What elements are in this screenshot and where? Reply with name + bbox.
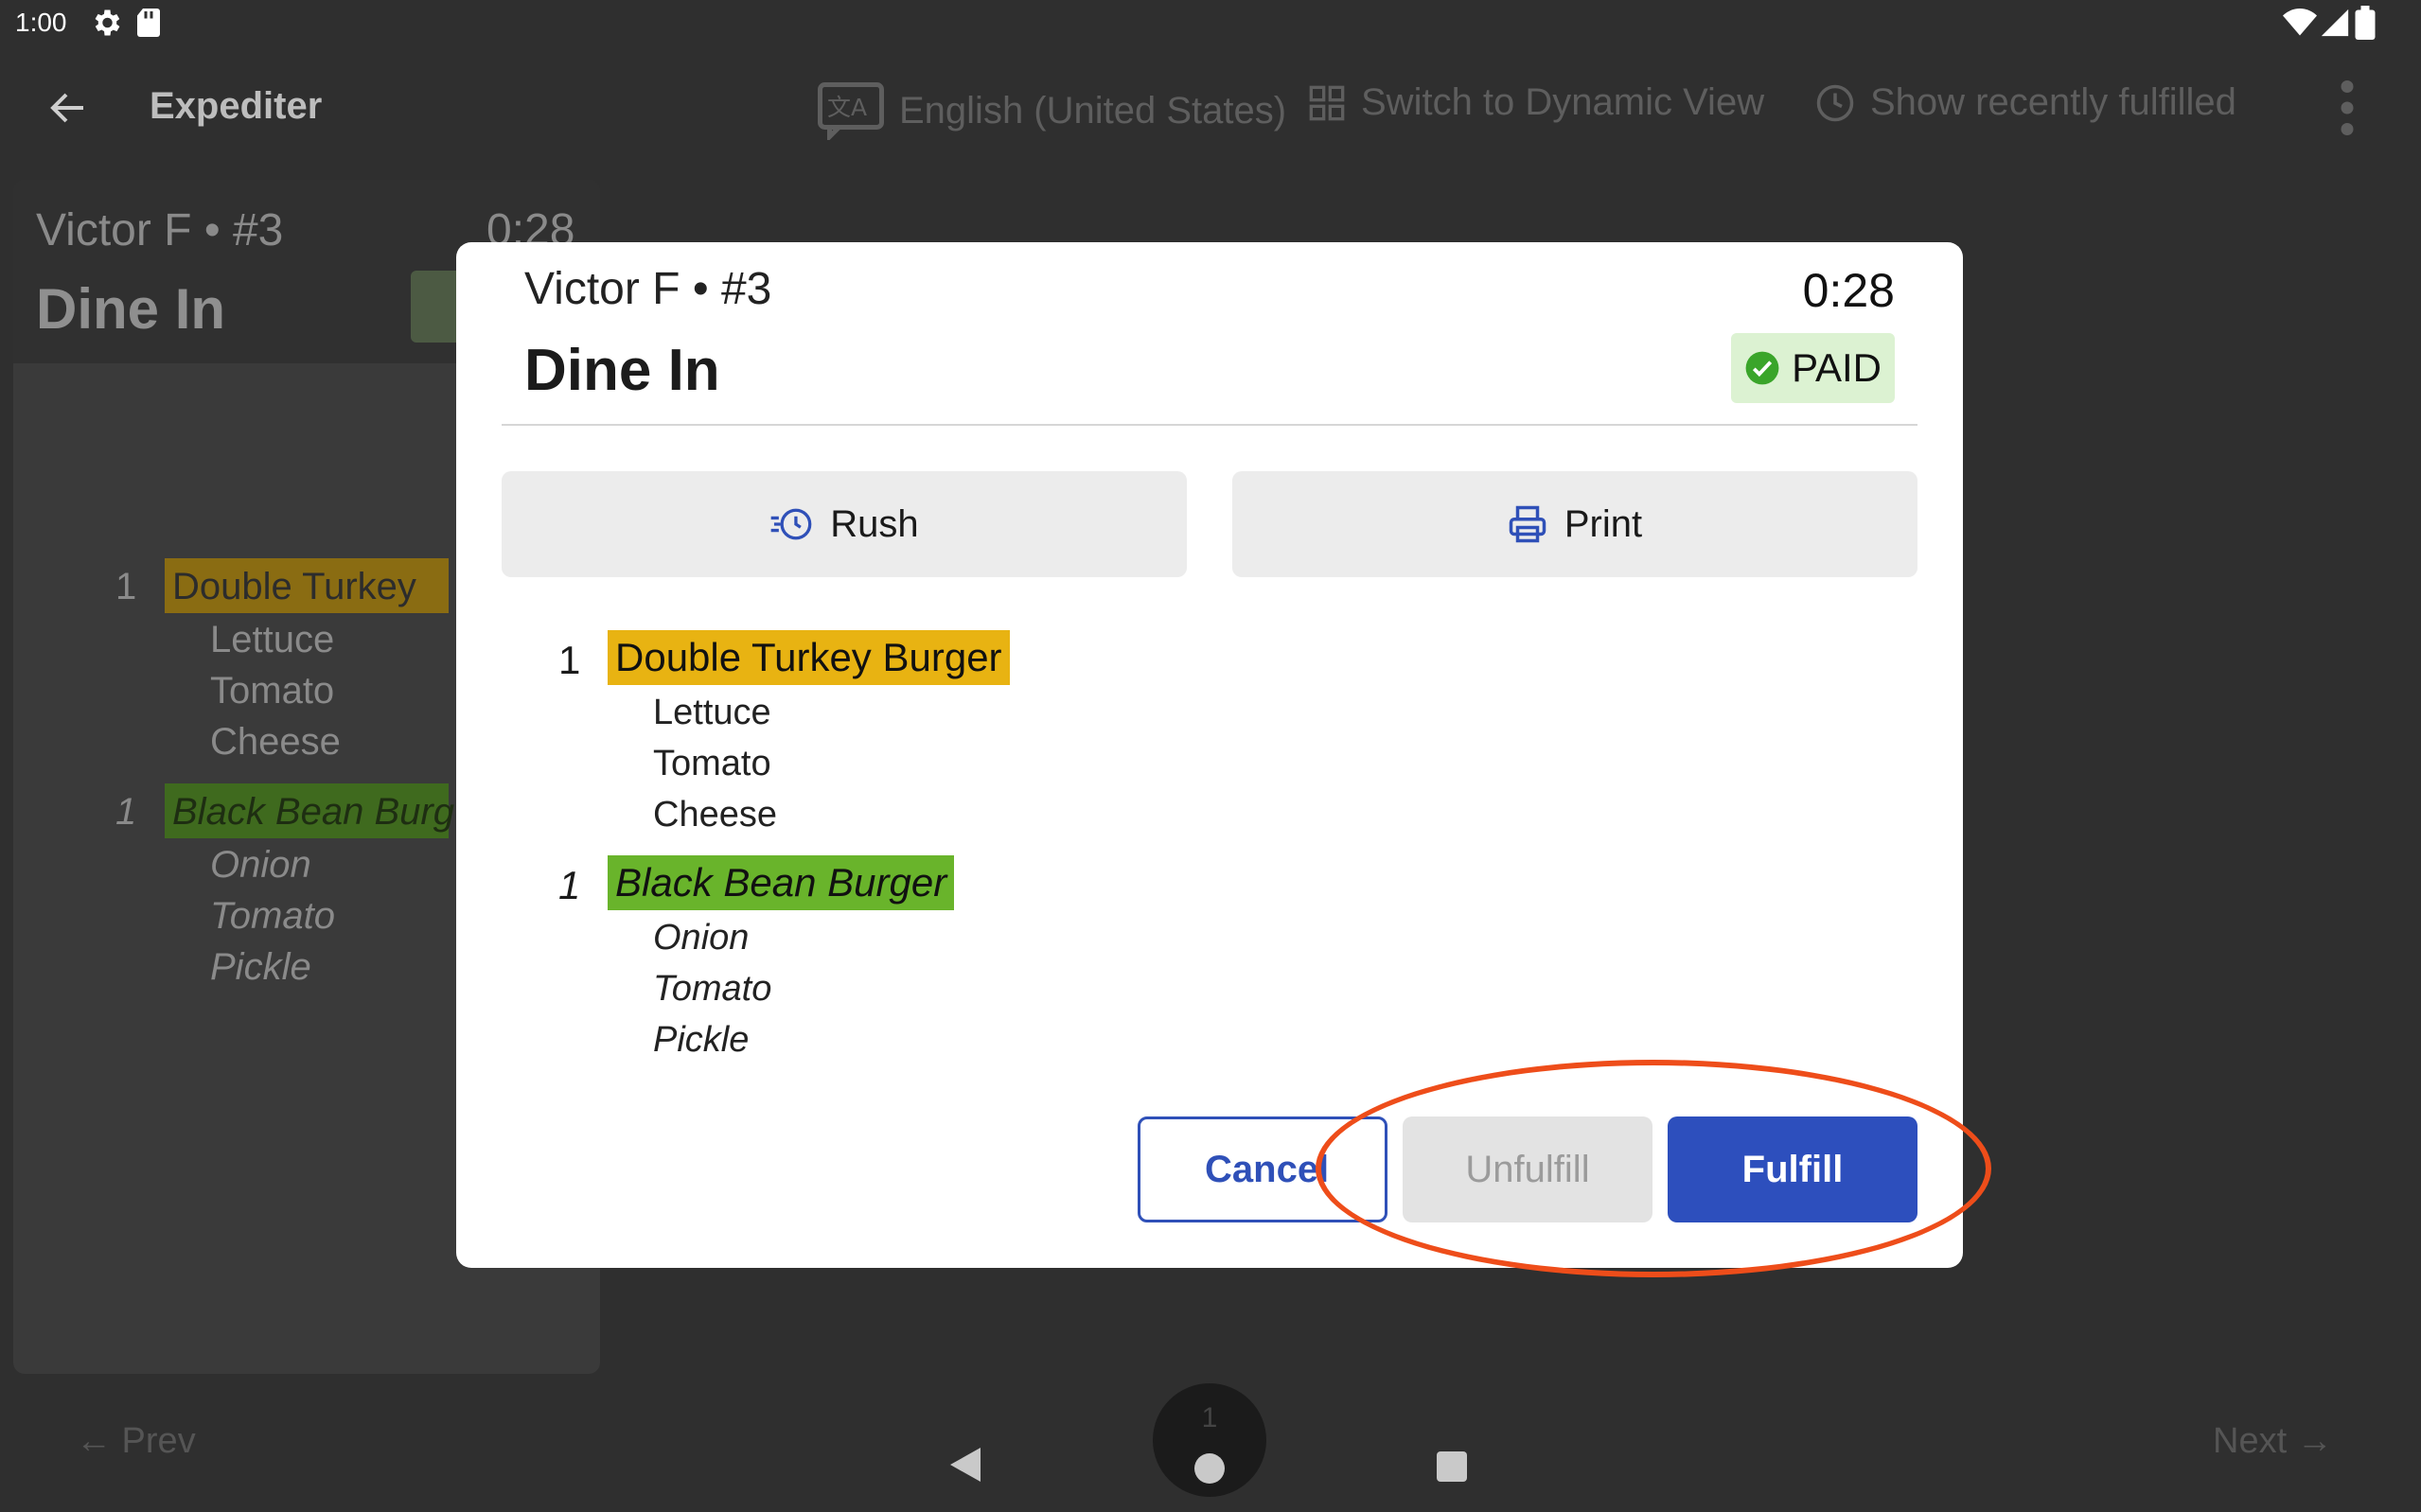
language-label: English (United States) (899, 89, 1287, 132)
prev-button[interactable]: ← Prev (76, 1421, 196, 1462)
recently-fulfilled-button[interactable]: Show recently fulfilled (1815, 81, 2236, 124)
status-time: 1:00 (15, 8, 67, 37)
check-circle-icon (1745, 351, 1779, 385)
paid-label: PAID (1792, 345, 1882, 390)
print-button[interactable]: Print (1232, 471, 1917, 577)
bg-item-qty: 1 (115, 566, 137, 607)
settings-icon (95, 9, 120, 36)
translate-icon: 文A (818, 82, 884, 140)
nav-home-icon[interactable] (1194, 1453, 1225, 1484)
grid-icon (1309, 85, 1345, 120)
recently-fulfilled-label: Show recently fulfilled (1870, 81, 2236, 123)
bg-item-qty: 1 (115, 791, 137, 833)
header-divider (502, 424, 1917, 426)
item-qty: 1 (558, 863, 581, 907)
bg-mod: Tomato (210, 670, 335, 712)
signal-icon (2321, 9, 2349, 37)
dialog-timer: 0:28 (1802, 264, 1895, 317)
status-bar: 1:00 (0, 0, 2421, 45)
item-name: Black Bean Burger (608, 855, 955, 910)
modifier: Cheese (653, 795, 777, 835)
switch-view-button[interactable]: Switch to Dynamic View (1308, 81, 1764, 124)
bg-customer: Victor F • #3 (36, 205, 284, 255)
more-vert-icon[interactable] (2336, 79, 2359, 136)
print-label: Print (1564, 502, 1643, 545)
modifier: Tomato (653, 969, 772, 1009)
app-bar: Expediter 文A English (United States) Swi… (0, 61, 2421, 155)
item-qty: 1 (558, 638, 581, 682)
modifier: Lettuce (653, 693, 771, 732)
item-name: Double Turkey Burger (608, 630, 1010, 685)
switch-view-label: Switch to Dynamic View (1361, 81, 1765, 123)
bg-mod: Onion (210, 844, 311, 886)
printer-icon (1509, 505, 1546, 543)
bg-item-name: Double Turkey (172, 566, 416, 607)
bg-order-type: Dine In (36, 277, 226, 341)
paid-badge: PAID (1731, 333, 1895, 403)
modifier: Pickle (653, 1020, 750, 1060)
modifier: Tomato (653, 744, 771, 783)
back-arrow-icon[interactable] (45, 85, 91, 131)
clock-icon (1816, 84, 1854, 121)
bg-item-name: Black Bean Burg (172, 791, 454, 833)
language-button[interactable]: 文A English (United States) (818, 81, 1286, 140)
nav-back-icon[interactable] (950, 1448, 981, 1482)
modifier: Onion (653, 918, 750, 958)
bg-mod: Lettuce (210, 619, 335, 660)
battery-icon (2355, 6, 2376, 40)
next-button[interactable]: Next → (2213, 1421, 2333, 1462)
rush-label: Rush (830, 502, 919, 545)
dialog-customer: Victor F • #3 (524, 264, 772, 314)
highlight-annotation (1316, 1060, 1991, 1277)
bg-mod: Pickle (210, 946, 311, 988)
svg-text:文A: 文A (827, 94, 867, 121)
nav-recents-icon[interactable] (1437, 1451, 1467, 1482)
rush-icon (770, 508, 812, 540)
sd-card-icon (137, 9, 160, 37)
bg-mod: Tomato (210, 895, 335, 937)
wifi-icon (2283, 9, 2317, 36)
app-title: Expediter (150, 85, 323, 127)
rush-button[interactable]: Rush (502, 471, 1187, 577)
dialog-order-type: Dine In (524, 338, 720, 403)
bg-mod: Cheese (210, 721, 341, 763)
